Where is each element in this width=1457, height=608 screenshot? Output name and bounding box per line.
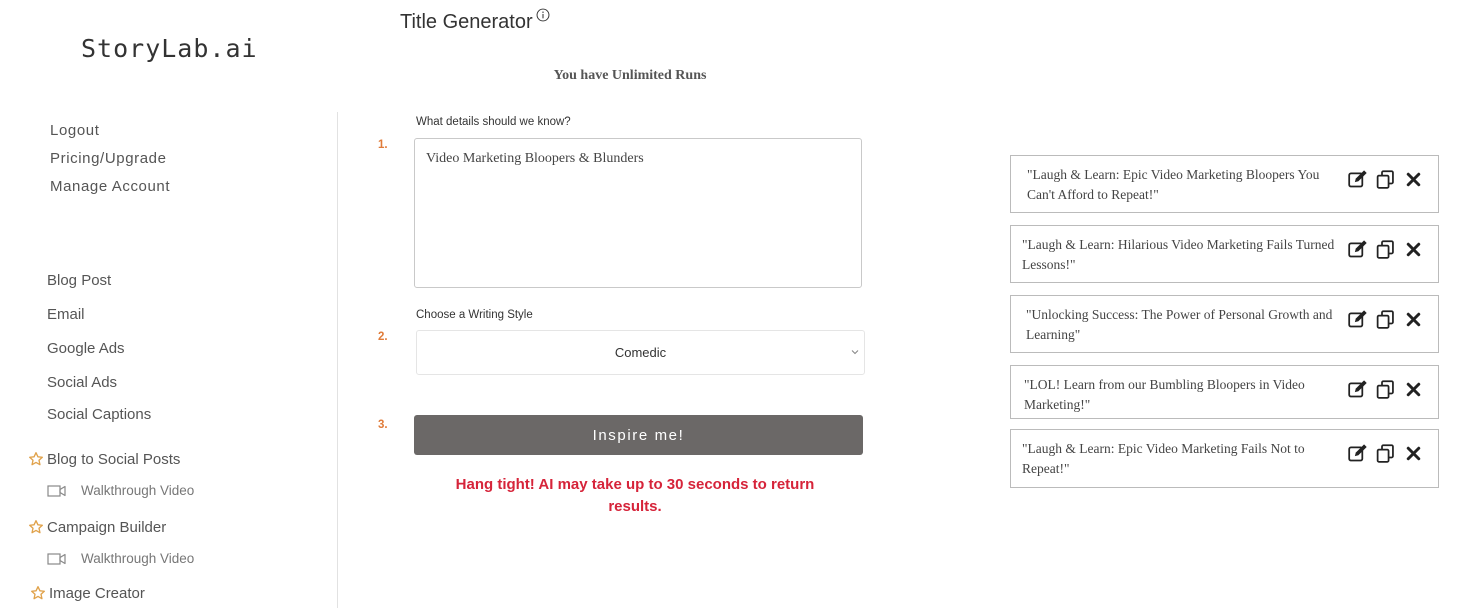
walkthrough-video-link[interactable]: Walkthrough Video bbox=[47, 551, 194, 566]
delete-button[interactable] bbox=[1402, 238, 1424, 260]
loading-warning: Hang tight! AI may take up to 30 seconds… bbox=[455, 476, 815, 515]
close-icon bbox=[1406, 446, 1420, 460]
writing-style-label: Choose a Writing Style bbox=[416, 309, 533, 321]
walkthrough-video-link[interactable]: Walkthrough Video bbox=[47, 483, 194, 498]
close-icon bbox=[1406, 312, 1420, 326]
result-title-text: "Laugh & Learn: Epic Video Marketing Fai… bbox=[1022, 441, 1305, 476]
copy-button[interactable] bbox=[1374, 308, 1396, 330]
details-input[interactable]: Video Marketing Bloopers & Blunders bbox=[414, 138, 862, 288]
copy-icon bbox=[1376, 169, 1394, 189]
writing-style-select[interactable]: Comedic bbox=[416, 330, 865, 375]
inspire-me-button[interactable]: Inspire me! bbox=[414, 415, 863, 455]
delete-button[interactable] bbox=[1402, 308, 1424, 330]
edit-button[interactable] bbox=[1346, 378, 1368, 400]
brand-logo[interactable]: StoryLab.ai bbox=[81, 34, 258, 63]
edit-button[interactable] bbox=[1346, 238, 1368, 260]
page-title-text: Title Generator bbox=[400, 11, 533, 33]
edit-icon bbox=[1347, 239, 1367, 257]
close-icon bbox=[1406, 382, 1420, 396]
result-card: "Laugh & Learn: Epic Video Marketing Blo… bbox=[1010, 155, 1439, 213]
result-actions bbox=[1346, 238, 1424, 260]
result-card: "Unlocking Success: The Power of Persona… bbox=[1010, 295, 1439, 353]
result-card: "Laugh & Learn: Epic Video Marketing Fai… bbox=[1010, 429, 1439, 488]
delete-button[interactable] bbox=[1402, 442, 1424, 464]
copy-icon bbox=[1376, 379, 1394, 399]
nav-blog-to-social-posts[interactable]: Blog to Social Posts bbox=[47, 451, 180, 468]
edit-button[interactable] bbox=[1346, 442, 1368, 464]
result-card: "Laugh & Learn: Hilarious Video Marketin… bbox=[1010, 225, 1439, 283]
delete-button[interactable] bbox=[1402, 378, 1424, 400]
result-card: "LOL! Learn from our Bumbling Bloopers i… bbox=[1010, 365, 1439, 419]
step-number-3: 3. bbox=[378, 419, 388, 431]
star-icon bbox=[29, 520, 43, 534]
result-title-text: "Unlocking Success: The Power of Persona… bbox=[1026, 307, 1333, 342]
edit-icon bbox=[1347, 443, 1367, 461]
step-number-1: 1. bbox=[378, 139, 388, 151]
edit-button[interactable] bbox=[1346, 168, 1368, 190]
manage-account-link[interactable]: Manage Account bbox=[50, 178, 170, 195]
edit-button[interactable] bbox=[1346, 308, 1368, 330]
close-icon bbox=[1406, 242, 1420, 256]
walkthrough-video-label: Walkthrough Video bbox=[81, 551, 195, 566]
edit-icon bbox=[1347, 379, 1367, 397]
nav-campaign-builder[interactable]: Campaign Builder bbox=[47, 519, 166, 536]
nav-blog-post[interactable]: Blog Post bbox=[47, 272, 111, 289]
result-actions bbox=[1346, 442, 1424, 464]
video-camera-icon bbox=[47, 552, 66, 565]
result-actions bbox=[1346, 168, 1424, 190]
chevron-down-icon bbox=[851, 350, 859, 355]
result-title-text: "LOL! Learn from our Bumbling Bloopers i… bbox=[1024, 377, 1305, 412]
result-actions bbox=[1346, 378, 1424, 400]
result-actions bbox=[1346, 308, 1424, 330]
sidebar-divider bbox=[337, 112, 338, 608]
info-icon[interactable] bbox=[536, 8, 550, 22]
copy-button[interactable] bbox=[1374, 238, 1396, 260]
copy-button[interactable] bbox=[1374, 442, 1396, 464]
nav-email[interactable]: Email bbox=[47, 306, 85, 323]
video-camera-icon bbox=[47, 484, 66, 497]
walkthrough-video-label: Walkthrough Video bbox=[81, 483, 195, 498]
step-number-2: 2. bbox=[378, 331, 388, 343]
logout-link[interactable]: Logout bbox=[50, 122, 99, 139]
nav-social-ads[interactable]: Social Ads bbox=[47, 374, 117, 391]
nav-image-creator[interactable]: Image Creator bbox=[49, 585, 145, 602]
close-icon bbox=[1406, 172, 1420, 186]
delete-button[interactable] bbox=[1402, 168, 1424, 190]
nav-social-captions[interactable]: Social Captions bbox=[47, 406, 151, 423]
nav-google-ads[interactable]: Google Ads bbox=[47, 340, 125, 357]
copy-button[interactable] bbox=[1374, 168, 1396, 190]
copy-icon bbox=[1376, 309, 1394, 329]
page-title: Title Generator bbox=[400, 8, 550, 34]
pricing-upgrade-link[interactable]: Pricing/Upgrade bbox=[50, 150, 167, 167]
edit-icon bbox=[1347, 169, 1367, 187]
copy-icon bbox=[1376, 239, 1394, 259]
runs-remaining: You have Unlimited Runs bbox=[553, 68, 707, 83]
result-title-text: "Laugh & Learn: Hilarious Video Marketin… bbox=[1022, 237, 1335, 272]
edit-icon bbox=[1347, 309, 1367, 327]
result-title-text: "Laugh & Learn: Epic Video Marketing Blo… bbox=[1027, 167, 1320, 202]
star-icon bbox=[29, 452, 43, 466]
copy-button[interactable] bbox=[1374, 378, 1396, 400]
copy-icon bbox=[1376, 443, 1394, 463]
writing-style-value: Comedic bbox=[614, 345, 667, 360]
details-label: What details should we know? bbox=[416, 116, 571, 128]
star-icon bbox=[31, 586, 45, 600]
